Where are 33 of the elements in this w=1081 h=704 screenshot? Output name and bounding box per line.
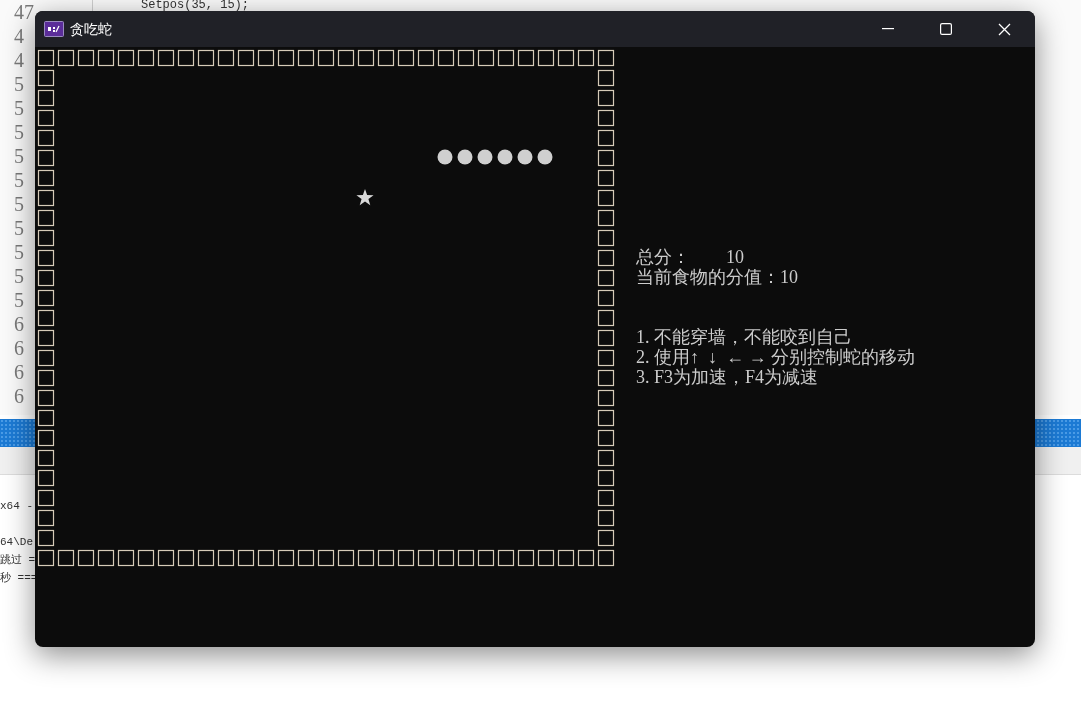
output-line: 64\De bbox=[0, 535, 33, 550]
line-number: 5 bbox=[14, 216, 25, 240]
line-number: 5 bbox=[14, 240, 25, 264]
maximize-icon bbox=[940, 23, 952, 35]
line-number: 6 bbox=[14, 336, 25, 360]
line-number: 5 bbox=[14, 144, 25, 168]
line-number: 5 bbox=[14, 72, 25, 96]
terminal-icon bbox=[44, 21, 64, 37]
line-number: 5 bbox=[14, 120, 25, 144]
instruction-line: 2. 使用↑ ↓ ← → 分别控制蛇的移动 bbox=[636, 347, 915, 367]
line-number: 6 bbox=[14, 384, 25, 408]
output-line: x64 - bbox=[0, 499, 33, 514]
line-number: 5 bbox=[14, 192, 25, 216]
line-number: 5 bbox=[14, 168, 25, 192]
output-line: 跳过 = bbox=[0, 553, 36, 568]
minimize-icon bbox=[882, 28, 894, 30]
line-number: 4 bbox=[14, 48, 25, 72]
line-number: 6 bbox=[14, 312, 25, 336]
star-icon bbox=[356, 189, 374, 206]
line-number: 6 bbox=[14, 360, 25, 384]
line-number: 47 bbox=[14, 0, 35, 24]
instruction-line: 1. 不能穿墙，不能咬到自己 bbox=[636, 327, 853, 347]
score-label: 总分： bbox=[636, 247, 690, 267]
window-title: 贪吃蛇 bbox=[70, 19, 112, 39]
close-icon bbox=[997, 22, 1011, 36]
score-value: 10 bbox=[726, 247, 744, 267]
food-value-text: 当前食物的分值：10 bbox=[636, 267, 799, 287]
line-number: 5 bbox=[14, 264, 25, 288]
code-line: Setpos(35, 15); bbox=[141, 0, 250, 11]
line-number: 4 bbox=[14, 24, 25, 48]
line-number: 5 bbox=[14, 96, 25, 120]
instruction-line: 3. F3为加速，F4为减速 bbox=[636, 367, 820, 387]
line-number: 5 bbox=[14, 288, 25, 312]
